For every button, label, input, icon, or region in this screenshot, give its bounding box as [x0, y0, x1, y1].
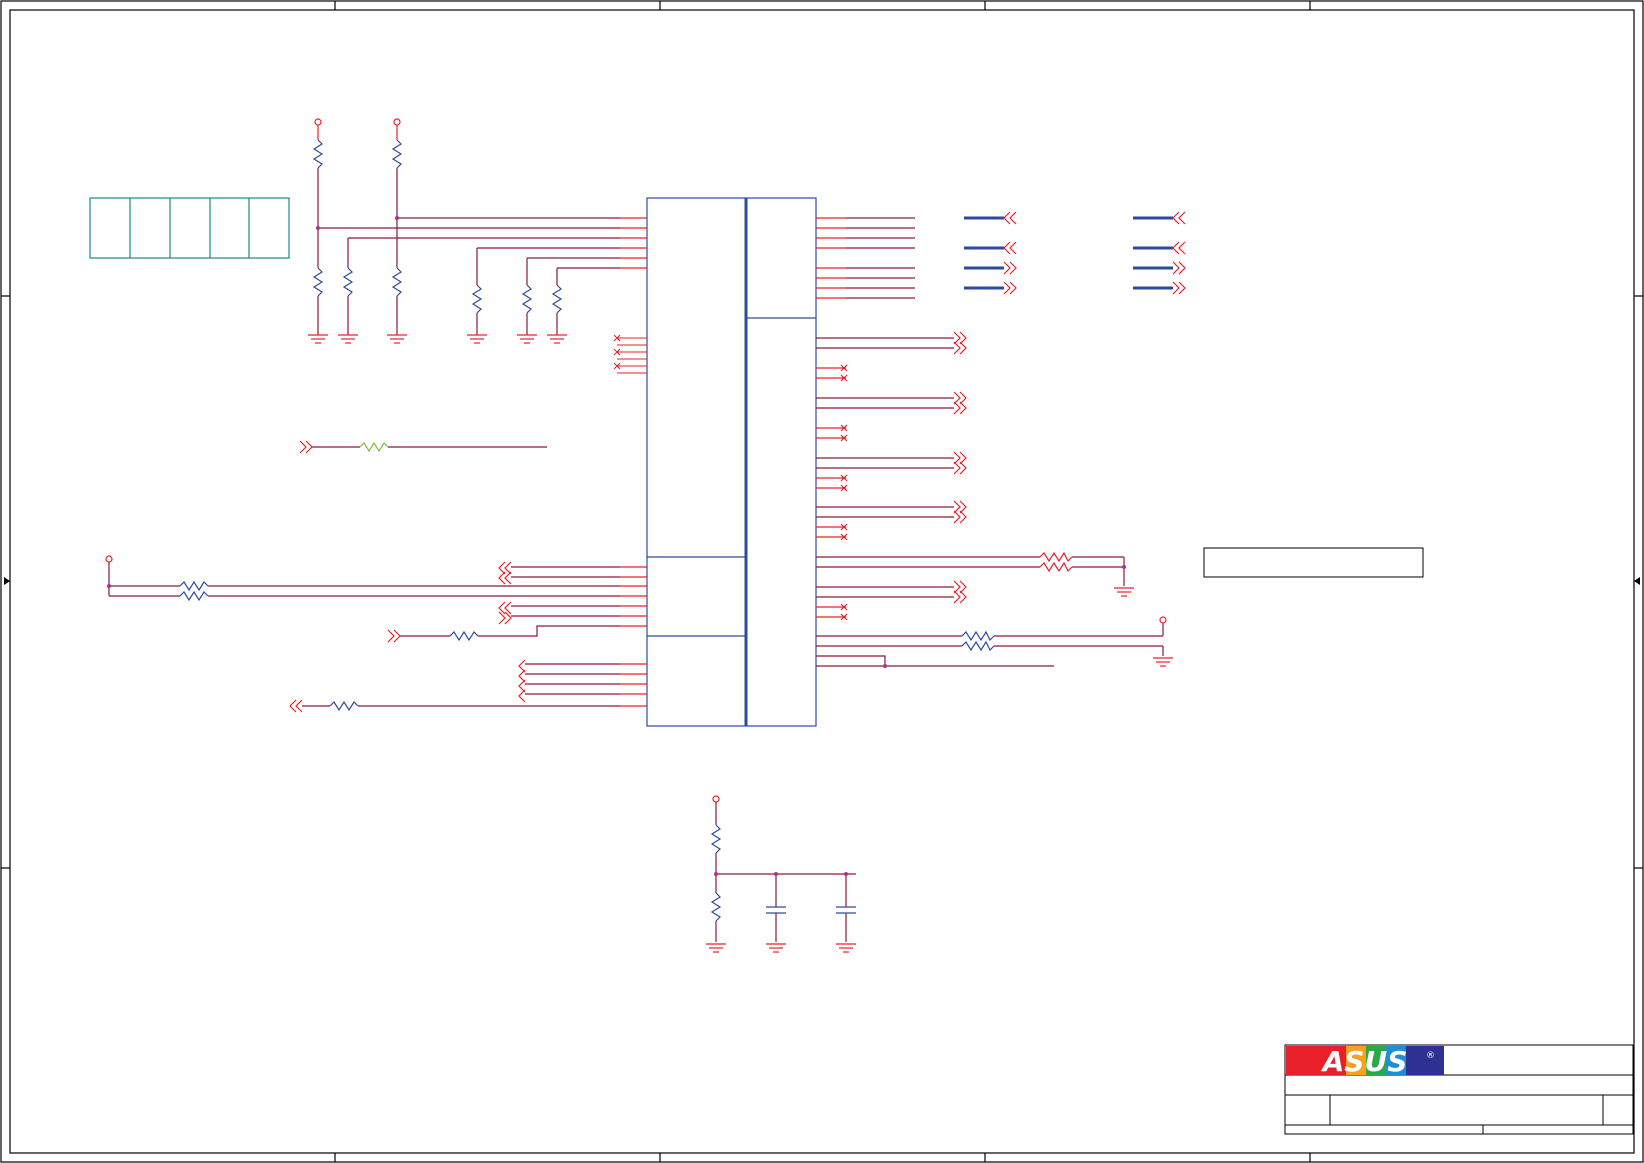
- schematic-sheet: ASUS ®: [0, 0, 1644, 1163]
- divider-network: [706, 795, 856, 953]
- bus-flags: [964, 211, 1186, 295]
- termination-network: [816, 551, 1173, 668]
- ground-icon: [308, 334, 567, 344]
- registered-mark: ®: [1426, 1051, 1435, 1061]
- zone-arrow-icon: [4, 577, 1640, 585]
- right-signal-pairs: [816, 331, 967, 621]
- right-top-pins: [816, 217, 915, 299]
- asus-logo-text: ASUS: [1321, 1045, 1408, 1078]
- dip-switch: [89, 197, 290, 259]
- note-box: [1203, 547, 1424, 578]
- lower-left-signals: [105, 555, 647, 713]
- main-ic: [646, 197, 817, 727]
- asus-logo: ASUS ®: [1286, 1045, 1444, 1078]
- ferrite-input: [299, 440, 547, 454]
- sheet-border: [0, 0, 1644, 1163]
- no-connect-pins: [613, 334, 647, 374]
- strap-network: [312, 118, 647, 335]
